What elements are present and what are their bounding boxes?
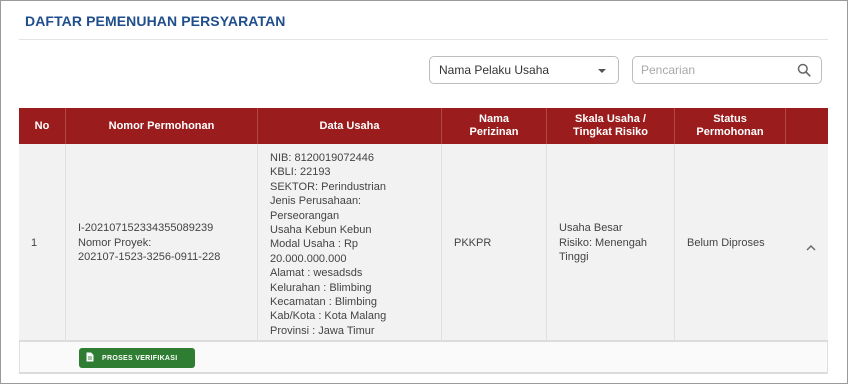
search-icon[interactable] xyxy=(797,63,811,82)
caret-down-icon xyxy=(598,69,606,73)
search-input[interactable] xyxy=(641,62,791,78)
search-box[interactable] xyxy=(632,56,822,84)
filter-select[interactable]: Nama Pelaku Usaha xyxy=(429,56,619,84)
header-no: No xyxy=(19,108,66,144)
cell-skala-usaha: Usaha Besar Risiko: Menengah Tinggi xyxy=(547,144,675,342)
header-status-permohonan: Status Permohonan xyxy=(675,108,786,144)
page-frame: DAFTAR PEMENUHAN PERSYARATAN Nama Pelaku… xyxy=(0,0,848,384)
table-row: 1 I-202107152334355089239 Nomor Proyek: … xyxy=(19,144,828,342)
row-actions: PROSES VERIFIKASI xyxy=(19,342,828,374)
table-header: No Nomor Permohonan Data Usaha Nama Peri… xyxy=(19,108,828,144)
filter-select-value: Nama Pelaku Usaha xyxy=(439,63,550,77)
page-title: DAFTAR PEMENUHAN PERSYARATAN xyxy=(25,13,286,29)
header-toggle xyxy=(786,108,828,144)
title-divider xyxy=(19,39,828,40)
document-icon xyxy=(86,352,94,364)
cell-nama-perizinan: PKKPR xyxy=(442,144,547,342)
proses-verifikasi-button[interactable]: PROSES VERIFIKASI xyxy=(79,348,195,368)
cell-nomor-permohonan: I-202107152334355089239 Nomor Proyek: 20… xyxy=(66,144,258,342)
status-badge: Belum Diproses xyxy=(687,236,765,249)
header-nama-perizinan: Nama Perizinan xyxy=(442,108,547,144)
header-skala-usaha: Skala Usaha / Tingkat Risiko xyxy=(547,108,675,144)
requirements-table: No Nomor Permohonan Data Usaha Nama Peri… xyxy=(19,108,828,376)
cell-no: 1 xyxy=(19,144,66,342)
proses-verifikasi-label: PROSES VERIFIKASI xyxy=(102,354,178,362)
chevron-up-icon[interactable] xyxy=(806,238,816,256)
header-data-usaha: Data Usaha xyxy=(258,108,442,144)
cell-data-usaha: NIB: 8120019072446 KBLI: 22193 SEKTOR: P… xyxy=(258,144,442,342)
header-nomor-permohonan: Nomor Permohonan xyxy=(66,108,258,144)
cell-status: Belum Diproses xyxy=(675,144,786,342)
